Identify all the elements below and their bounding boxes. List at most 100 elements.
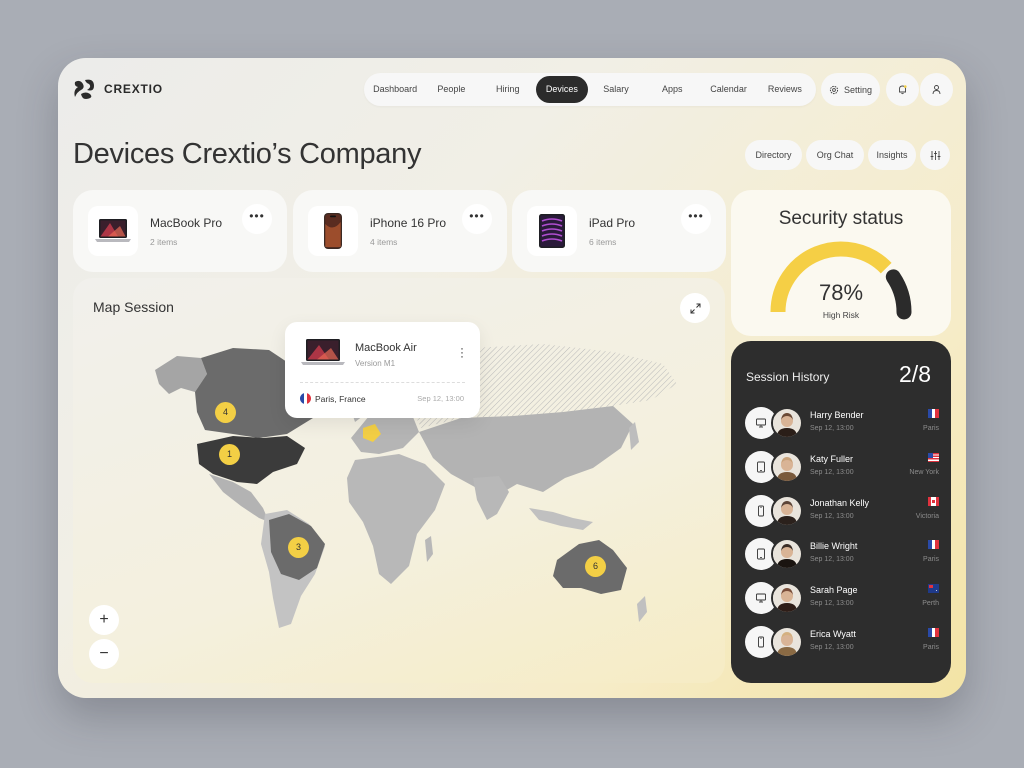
device-card-iphone[interactable]: iPhone 16 Pro 4 items ••• [293, 190, 507, 272]
nav-hiring[interactable]: Hiring [480, 76, 536, 103]
popup-device-version: Version M1 [355, 359, 396, 368]
avatar [771, 450, 803, 483]
security-status-card: Security status 78% High Risk [731, 190, 951, 336]
map-marker-usa[interactable]: 1 [219, 444, 240, 465]
laptop-icon [95, 219, 131, 242]
main-nav: Dashboard People Hiring Devices Salary A… [364, 73, 816, 106]
session-time: Sep 12, 13:00 [810, 600, 854, 608]
phone-icon [758, 505, 764, 517]
phone-icon [758, 636, 764, 648]
map-region-africa [347, 454, 445, 584]
monitor-icon [756, 593, 766, 603]
session-user-name: Billie Wright [810, 541, 858, 552]
nav-reviews[interactable]: Reviews [757, 76, 813, 103]
avatar [771, 582, 803, 615]
device-card-macbook[interactable]: MacBook Pro 2 items ••• [73, 190, 287, 272]
session-history-title: Session History [746, 370, 830, 384]
nav-salary[interactable]: Salary [588, 76, 644, 103]
device-count: 6 items [589, 237, 617, 247]
monitor-icon [756, 418, 766, 428]
session-city: Paris [923, 644, 939, 651]
app-window: CREXTIO Dashboard People Hiring Devices … [58, 58, 966, 698]
device-thumb [308, 206, 358, 256]
zoom-in-button[interactable]: + [89, 605, 119, 635]
sliders-icon [930, 150, 940, 160]
brand-logo[interactable]: CREXTIO [72, 78, 163, 100]
tablet-icon [757, 461, 765, 473]
directory-button[interactable]: Directory [745, 140, 802, 170]
more-button[interactable]: ••• [681, 204, 711, 234]
map-marker-brazil[interactable]: 3 [288, 537, 309, 558]
session-city: New York [909, 468, 939, 476]
zoom-out-button[interactable]: − [89, 639, 119, 669]
user-icon [932, 85, 941, 95]
nav-devices[interactable]: Devices [535, 76, 588, 103]
france-flag-icon [300, 393, 311, 404]
popup-location: Paris, France [315, 394, 366, 404]
device-location-popup[interactable]: MacBook Air Version M1 · · · Paris, France… [285, 322, 480, 418]
session-time: Sep 12, 13:00 [810, 556, 854, 564]
map-session-panel: Map Session 4 1 3 6 MacBook Air Version … [73, 278, 725, 683]
divider [300, 382, 465, 383]
france-flag-icon [928, 409, 940, 418]
phone-icon [324, 213, 342, 249]
device-thumb [527, 206, 577, 256]
profile-button[interactable] [920, 73, 953, 106]
session-city: Victoria [915, 512, 939, 520]
session-row[interactable]: Jonathan Kelly Sep 12, 13:00 Victoria [745, 494, 941, 527]
france-flag-icon [928, 540, 940, 550]
tablet-icon [539, 214, 565, 248]
bell-icon [899, 85, 907, 95]
session-user-name: Erica Wyatt [810, 629, 856, 639]
nav-people[interactable]: People [423, 76, 479, 103]
device-thumb [88, 206, 138, 256]
session-history-count: 2/8 [899, 361, 931, 387]
device-name: iPhone 16 Pro [370, 216, 447, 230]
map-region-madagascar [425, 536, 433, 562]
session-time: Sep 12, 13:00 [810, 468, 854, 476]
session-user-name: Katy Fuller [810, 453, 854, 464]
nav-calendar[interactable]: Calendar [700, 76, 756, 103]
laptop-icon [301, 339, 345, 365]
setting-label: Setting [843, 84, 873, 95]
more-button[interactable]: ••• [462, 204, 492, 234]
avatar [771, 407, 803, 439]
logo-icon [74, 79, 94, 99]
session-history-card: Session History 2/8 Harry Bender Sep 12, … [731, 341, 951, 683]
session-row[interactable]: Billie Wright Sep 12, 13:00 Paris [745, 538, 941, 571]
filter-button[interactable] [920, 140, 950, 170]
session-time: Sep 12, 13:00 [810, 425, 854, 432]
device-name: iPad Pro [589, 216, 636, 230]
brand-name: CREXTIO [104, 82, 163, 96]
org-chat-button[interactable]: Org Chat [806, 140, 864, 170]
canada-flag-icon [928, 496, 940, 506]
nav-apps[interactable]: Apps [644, 76, 700, 103]
more-button[interactable]: ••• [242, 204, 272, 234]
device-count: 2 items [150, 237, 178, 247]
nav-dashboard[interactable]: Dashboard [367, 76, 423, 103]
insights-button[interactable]: Insights [868, 140, 916, 170]
session-row[interactable]: Katy Fuller Sep 12, 13:00 New York [745, 450, 941, 483]
australia-flag-icon [928, 584, 939, 594]
popup-time: Sep 12, 13:00 [417, 394, 464, 403]
setting-button[interactable]: Setting [821, 73, 880, 106]
more-icon: ••• [469, 209, 485, 223]
usa-flag-icon [928, 452, 939, 462]
device-name: MacBook Pro [150, 216, 223, 230]
session-row[interactable]: Erica Wyatt Sep 12, 13:00 Paris [745, 626, 941, 658]
session-row[interactable]: Sarah Page Sep 12, 13:00 Perth [745, 582, 941, 615]
map-marker-australia[interactable]: 6 [585, 556, 606, 577]
tablet-icon [757, 548, 765, 560]
avatar [771, 494, 803, 527]
notifications-button[interactable] [886, 73, 919, 106]
session-row[interactable]: Harry Bender Sep 12, 13:00 Paris [745, 407, 941, 439]
session-user-name: Jonathan Kelly [810, 497, 870, 508]
device-count: 4 items [370, 237, 398, 247]
france-flag-icon [928, 628, 940, 637]
session-city: Paris [923, 556, 939, 564]
kebab-menu-icon[interactable]: · · · [460, 342, 464, 362]
page-title: Devices Crextio’s Company [73, 138, 422, 170]
map-marker-canada[interactable]: 4 [215, 402, 236, 423]
session-city: Paris [923, 425, 939, 432]
device-card-ipad[interactable]: iPad Pro 6 items ••• [512, 190, 726, 272]
